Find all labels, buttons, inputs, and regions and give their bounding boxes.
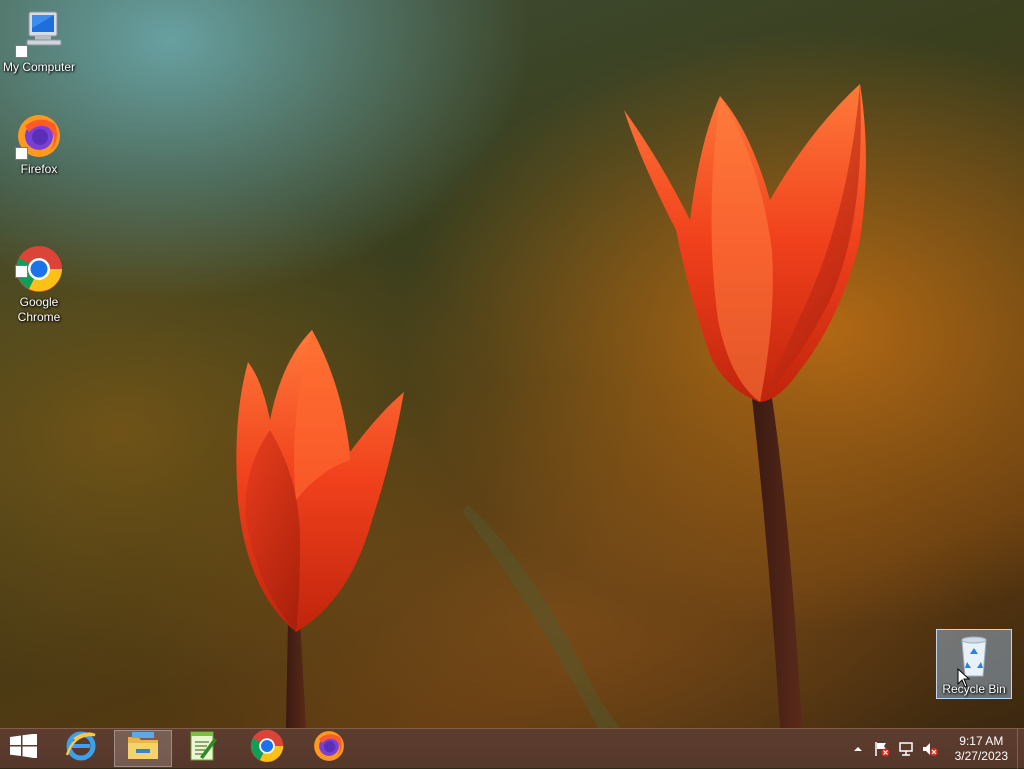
taskbar-clock[interactable]: 9:17 AM 3/27/2023 — [955, 734, 1008, 764]
desktop-icon-google-chrome[interactable]: Google Chrome — [1, 215, 77, 325]
desktop-icon-recycle-bin[interactable]: Recycle Bin — [936, 629, 1012, 699]
shortcut-arrow-icon — [15, 265, 28, 278]
clock-time: 9:17 AM — [959, 734, 1004, 748]
desktop-icon-label: Firefox — [20, 162, 58, 176]
show-hidden-icons-icon[interactable] — [850, 741, 866, 757]
taskbar-google-chrome[interactable] — [238, 729, 296, 768]
taskbar: 9:17 AM 3/27/2023 — [0, 728, 1024, 769]
taskbar-notepad-plus-plus[interactable] — [174, 730, 232, 767]
desktop-icon-my-computer[interactable]: My Computer — [1, 10, 77, 75]
firefox-icon — [312, 729, 346, 768]
chrome-icon — [15, 230, 63, 292]
mouse-cursor-icon — [957, 667, 971, 693]
taskbar-file-explorer[interactable] — [114, 730, 172, 767]
my-computer-icon — [15, 10, 63, 58]
tulip-illustration — [236, 84, 866, 728]
windows-logo-icon — [10, 733, 38, 763]
taskbar-internet-explorer[interactable] — [52, 730, 110, 767]
start-button[interactable] — [0, 730, 48, 767]
show-desktop-button[interactable] — [1017, 729, 1024, 769]
desktop-icon-label: Recycle Bin — [942, 682, 1006, 696]
clock-date: 3/27/2023 — [954, 749, 1008, 763]
desktop-icon-label: Google Chrome — [17, 295, 61, 324]
action-center-flag-icon[interactable] — [874, 741, 890, 757]
chrome-icon — [250, 729, 284, 768]
shortcut-arrow-icon — [15, 147, 28, 160]
network-icon[interactable] — [898, 741, 914, 757]
internet-explorer-icon — [64, 729, 98, 768]
desktop-icon-label: My Computer — [2, 60, 76, 74]
desktop-wallpaper — [0, 0, 1024, 728]
desktop-icon-firefox[interactable]: Firefox — [1, 112, 77, 177]
volume-muted-icon[interactable] — [922, 741, 938, 757]
notepad-plus-plus-icon — [188, 730, 218, 767]
firefox-icon — [15, 112, 63, 160]
taskbar-firefox[interactable] — [300, 730, 358, 767]
shortcut-arrow-icon — [15, 45, 28, 58]
file-explorer-icon — [126, 731, 160, 766]
